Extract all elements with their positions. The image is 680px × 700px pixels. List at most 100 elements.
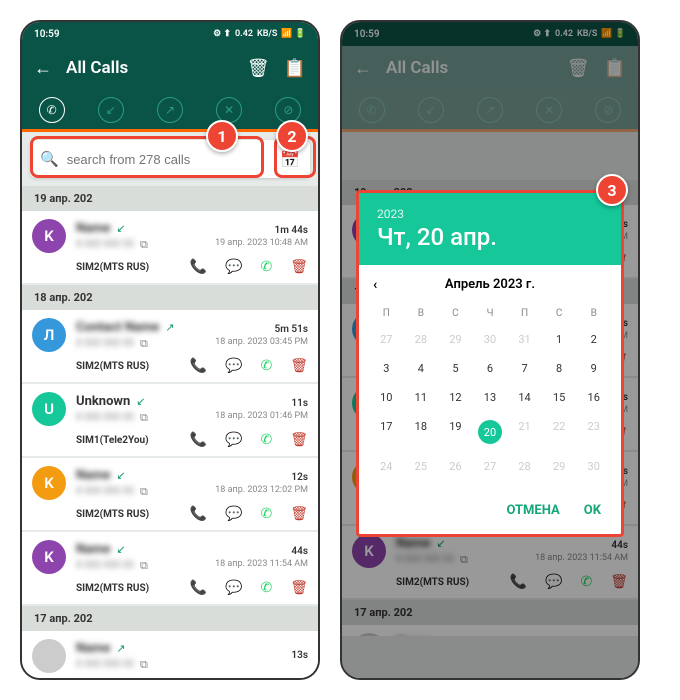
call-action-icon[interactable]: 📞 [190, 358, 207, 374]
call-action-icon[interactable]: 📞 [190, 432, 207, 448]
calendar-day[interactable]: 16 [576, 383, 611, 412]
calendar-day[interactable]: 10 [369, 383, 404, 412]
sms-action-icon[interactable]: 💬 [225, 259, 242, 275]
contact-name: Unknown [76, 394, 130, 409]
call-action-icon[interactable]: 📞 [190, 580, 207, 596]
delete-action-icon[interactable]: 🗑 [290, 506, 308, 522]
calendar-day[interactable]: 11 [404, 383, 439, 412]
contact-name: Name [76, 221, 110, 236]
call-direction-icon: ↗ [116, 642, 125, 655]
calendar-day[interactable]: 19 [438, 412, 473, 452]
sim-label: SIM2(MTS RUS) [76, 583, 172, 594]
calendar-day[interactable]: 17 [369, 412, 404, 452]
whatsapp-action-icon[interactable]: ✆ [260, 432, 272, 448]
phone-number: 8 000 000 00 [76, 239, 134, 250]
calendar-day: 30 [576, 452, 611, 481]
sms-action-icon[interactable]: 💬 [225, 506, 242, 522]
sms-action-icon[interactable]: 💬 [225, 358, 242, 374]
call-action-icon[interactable]: 📞 [190, 259, 207, 275]
cancel-button[interactable]: ОТМЕНА [506, 503, 559, 518]
copy-icon[interactable]: ⧉ [140, 411, 148, 425]
tab-all-calls[interactable]: ✆ [39, 97, 65, 123]
timestamp: 18 апр. 2023 01:46 PM [215, 411, 308, 421]
ok-button[interactable]: OK [584, 503, 601, 518]
sim-label: SIM2(MTS RUS) [76, 509, 172, 520]
sms-action-icon[interactable]: 💬 [225, 432, 242, 448]
call-card[interactable]: U Unknown↙ 8 000 000 00⧉ 11s18 апр. 2023… [22, 384, 318, 456]
calendar-day[interactable]: 20 [473, 412, 508, 452]
whatsapp-action-icon[interactable]: ✆ [260, 580, 272, 596]
delete-action-icon[interactable]: 🗑 [290, 358, 308, 374]
calendar-day[interactable]: 18 [404, 412, 439, 452]
duration: 5m 51s [215, 324, 308, 335]
calendar-day[interactable]: 3 [369, 354, 404, 383]
calendar-day[interactable]: 7 [507, 354, 542, 383]
call-card[interactable]: K Name↙ 8 000 000 00⧉ 12s18 апр. 2023 12… [22, 458, 318, 530]
avatar[interactable]: K [32, 466, 66, 500]
call-card[interactable]: Name↗ 8 000 000 00⧉ 13s [22, 631, 318, 680]
prev-month-icon[interactable]: ‹ [373, 277, 377, 293]
annotation-badge-1: 1 [206, 120, 238, 152]
calendar-day[interactable]: 9 [576, 354, 611, 383]
duration: 12s [215, 472, 308, 483]
calendar-day[interactable]: 13 [473, 383, 508, 412]
dow-label: В [404, 302, 439, 325]
calendar-icon[interactable]: 📅 [280, 150, 300, 169]
tab-rejected[interactable]: ⊘ [275, 97, 301, 123]
copy-icon[interactable]: ⧉ [140, 485, 148, 499]
sms-action-icon[interactable]: 💬 [225, 580, 242, 596]
call-list[interactable]: 19 апр. 202 K Name↙ 8 000 000 00⧉ 1m 44s… [22, 186, 318, 680]
calendar-day[interactable]: 6 [473, 354, 508, 383]
call-action-icon[interactable]: 📞 [190, 506, 207, 522]
avatar[interactable]: U [32, 392, 66, 426]
tab-outgoing[interactable]: ↗ [157, 97, 183, 123]
duration: 44s [215, 546, 308, 557]
date-picker-header: 2023 Чт, 20 апр. [359, 193, 621, 265]
dow-label: П [507, 302, 542, 325]
avatar[interactable]: K [32, 219, 66, 253]
call-direction-icon: ↗ [165, 321, 174, 334]
copy-icon[interactable]: ⧉ [140, 337, 148, 351]
delete-action-icon[interactable]: 🗑 [290, 580, 308, 596]
calendar-day[interactable]: 2 [576, 325, 611, 354]
calendar-day[interactable]: 8 [542, 354, 577, 383]
whatsapp-action-icon[interactable]: ✆ [260, 506, 272, 522]
delete-action-icon[interactable]: 🗑 [290, 259, 308, 275]
sim-label: SIM1(Tele2You) [76, 435, 172, 446]
calendar-day[interactable]: 1 [542, 325, 577, 354]
picker-year[interactable]: 2023 [377, 207, 603, 221]
status-indicators: ⚙ ⬆ 0.42 KB/S 📶 🔋 [213, 29, 306, 39]
tab-incoming[interactable]: ↙ [98, 97, 124, 123]
copy-icon[interactable]: ⧉ [140, 559, 148, 573]
phone-number: 8 000 000 00 [76, 412, 134, 423]
avatar[interactable]: Л [32, 318, 66, 352]
calendar-day[interactable]: 5 [438, 354, 473, 383]
calendar-day[interactable]: 14 [507, 383, 542, 412]
delete-action-icon[interactable]: 🗑 [290, 432, 308, 448]
back-icon[interactable]: ← [34, 58, 52, 79]
delete-all-icon[interactable]: 🗑 [247, 58, 270, 79]
date-group-header: 19 апр. 202 [22, 186, 318, 211]
avatar[interactable] [32, 639, 66, 673]
tab-missed[interactable]: ✕ [216, 97, 242, 123]
calendar-day[interactable]: 15 [542, 383, 577, 412]
avatar[interactable]: K [32, 540, 66, 574]
whatsapp-action-icon[interactable]: ✆ [260, 259, 272, 275]
contact-name: Name [76, 542, 110, 557]
call-card[interactable]: Л Contact Name↗ 8 000 000 00⧉ 5m 51s18 а… [22, 310, 318, 382]
dow-label: В [576, 302, 611, 325]
call-card[interactable]: K Name↙ 8 000 000 00⧉ 44s18 апр. 2023 11… [22, 532, 318, 604]
export-csv-icon[interactable]: 📋 [284, 58, 306, 79]
copy-icon[interactable]: ⧉ [140, 238, 148, 252]
calendar-day: 25 [404, 452, 439, 481]
copy-icon[interactable]: ⧉ [140, 658, 148, 672]
calendar-day[interactable]: 4 [404, 354, 439, 383]
search-input[interactable] [67, 152, 272, 167]
search-icon: 🔍 [40, 150, 59, 168]
contact-name: Name [76, 641, 110, 656]
calendar-day: 22 [542, 412, 577, 452]
call-card[interactable]: K Name↙ 8 000 000 00⧉ 1m 44s19 апр. 2023… [22, 211, 318, 283]
whatsapp-action-icon[interactable]: ✆ [260, 358, 272, 374]
calendar-day[interactable]: 12 [438, 383, 473, 412]
status-bar: 10:59 ⚙ ⬆ 0.42 KB/S 📶 🔋 [22, 22, 318, 46]
